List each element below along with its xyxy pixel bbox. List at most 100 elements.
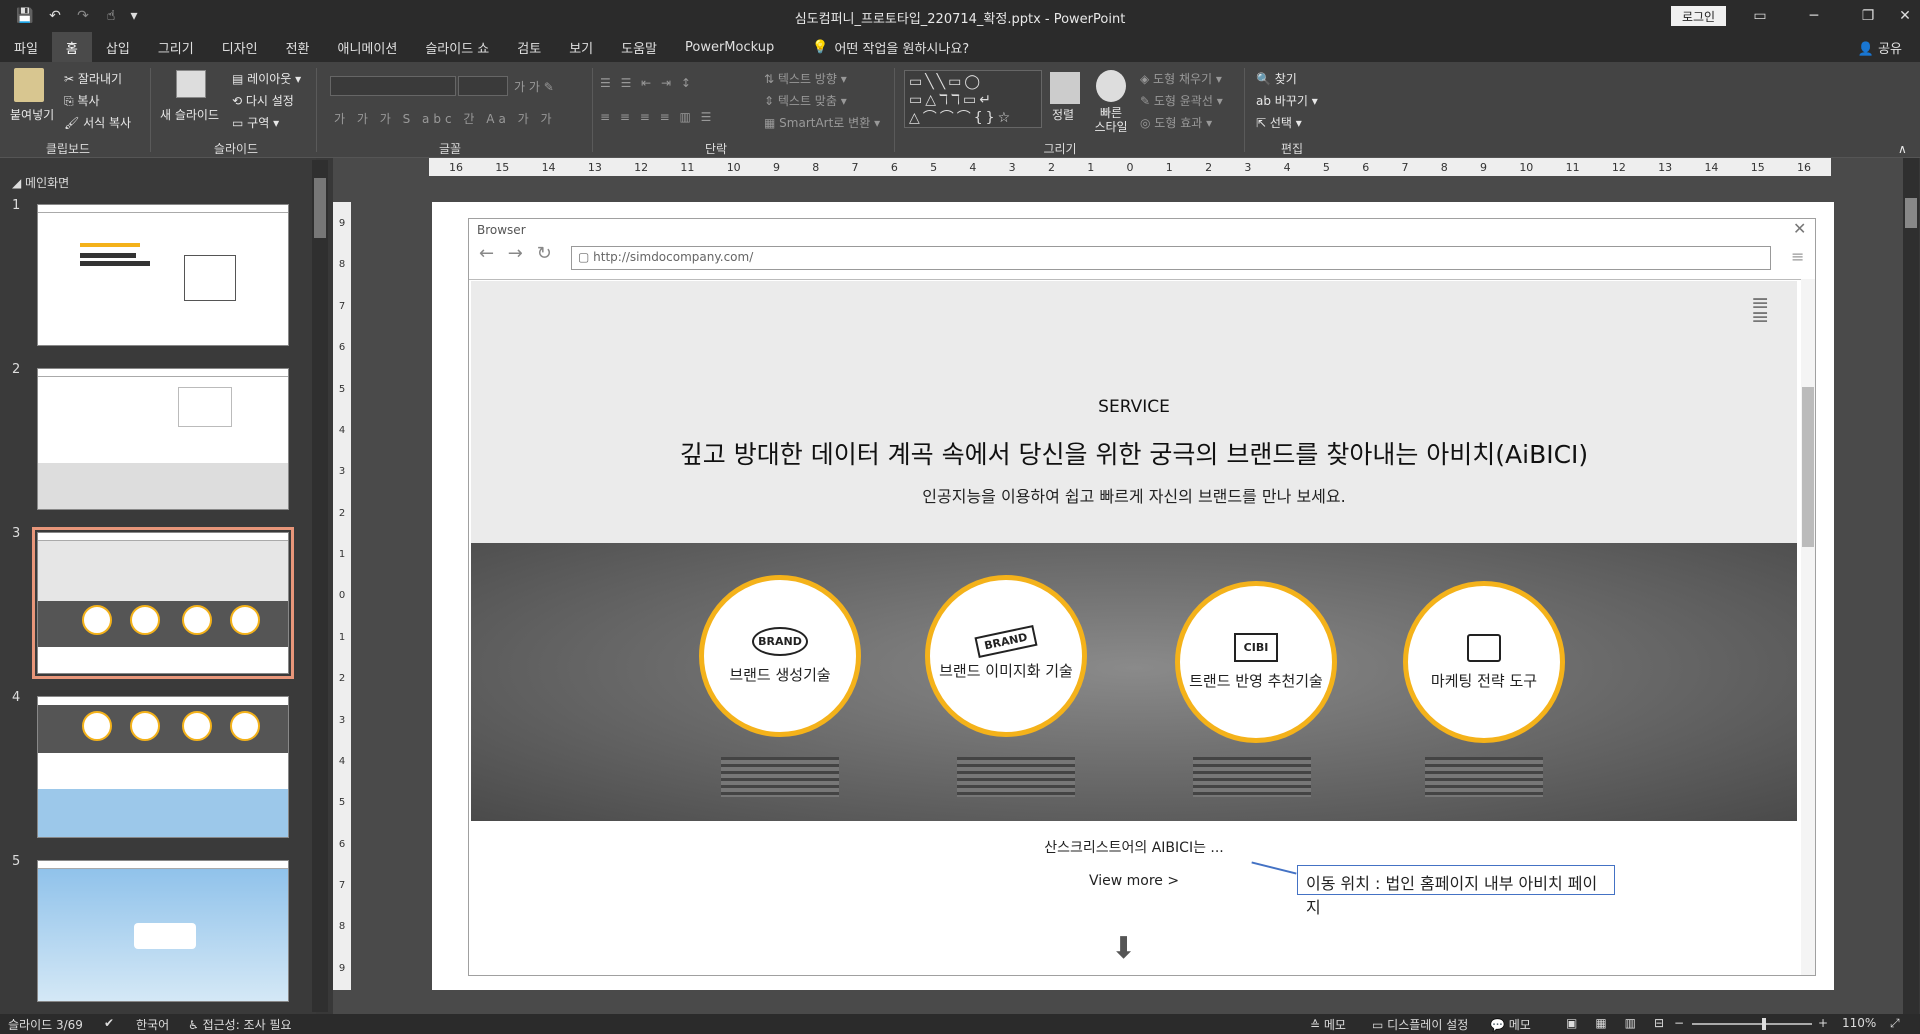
spellcheck-icon[interactable]: ✔	[104, 1016, 114, 1030]
arrange-icon[interactable]	[1050, 72, 1080, 104]
font-format-icons[interactable]: 가 가 가 S abc 간 Aa 가 가	[334, 110, 556, 127]
slide-thumbnail-2[interactable]	[37, 368, 289, 510]
feature-circle[interactable]: 마케팅 전략 도구	[1403, 581, 1565, 743]
grow-shrink-font-icon[interactable]: 가 가 ✎	[514, 78, 554, 95]
list-indent-icons[interactable]: ☰ ☰ ⇤ ⇥ ↕	[600, 76, 694, 90]
tab-help[interactable]: 도움말	[607, 32, 671, 62]
display-settings-button[interactable]: ▭ 디스플레이 설정	[1372, 1016, 1468, 1033]
paste-button[interactable]: 붙여넣기	[10, 106, 54, 123]
smartart-button[interactable]: ▦ SmartArt로 변환 ▾	[764, 114, 880, 131]
tab-insert[interactable]: 삽입	[92, 32, 144, 62]
minimize-icon[interactable]: ─	[1790, 0, 1838, 32]
feature-label: 트랜드 반영 추천기술	[1189, 672, 1323, 690]
shape-effects-button[interactable]: ◎ 도형 효과 ▾	[1140, 114, 1212, 131]
cut-button[interactable]: ✂ 잘라내기	[64, 70, 122, 87]
notes-button[interactable]: ≙ 메모	[1310, 1016, 1346, 1033]
tab-animations[interactable]: 애니메이션	[324, 32, 412, 62]
browser-menu-icon[interactable]: ≡	[1791, 247, 1804, 266]
shape-fill-button[interactable]: ◈ 도형 채우기 ▾	[1140, 70, 1222, 87]
thumbnail-scrollbar[interactable]	[312, 160, 328, 1012]
browser-nav-icons[interactable]: ← → ↻	[479, 243, 556, 264]
shape-outline-button[interactable]: ✎ 도형 윤곽선 ▾	[1140, 92, 1223, 109]
select-button[interactable]: ⇱ 선택 ▾	[1256, 114, 1302, 131]
about-text: 산스크리스트어의 AIBICI는 ...	[1044, 840, 1224, 856]
url-bar[interactable]: ▢ http://simdocompany.com/	[571, 246, 1771, 270]
slide-thumbnail-4[interactable]	[37, 696, 289, 838]
collapse-ribbon-icon[interactable]: ∧	[1898, 142, 1907, 156]
text-placeholder-lines	[721, 757, 839, 797]
group-divider	[150, 68, 151, 152]
font-name-combo[interactable]	[330, 76, 456, 96]
close-icon[interactable]: ✕	[1890, 0, 1920, 32]
tab-draw[interactable]: 그리기	[144, 32, 208, 62]
window-title: 심도컴퍼니_프로토타입_220714_확정.pptx - PowerPoint	[794, 12, 1126, 27]
tab-review[interactable]: 검토	[503, 32, 555, 62]
quick-styles-icon[interactable]	[1096, 70, 1126, 102]
browser-close-icon[interactable]: ✕	[1793, 219, 1806, 238]
group-divider	[1244, 68, 1245, 152]
slide-thumbnail-3[interactable]	[32, 527, 294, 679]
comments-button[interactable]: 💬 메모	[1490, 1016, 1531, 1033]
url-text: http://simdocompany.com/	[593, 250, 754, 264]
tell-me-text: 어떤 작업을 원하시나요?	[834, 41, 970, 57]
feature-circle[interactable]: BRAND 브랜드 이미지화 기술	[925, 575, 1087, 737]
share-button[interactable]: 👤 공유	[1858, 38, 1902, 57]
paste-icon[interactable]	[14, 68, 44, 102]
zoom-out-icon[interactable]: −	[1674, 1016, 1684, 1030]
new-slide-icon[interactable]	[176, 70, 206, 98]
align-text-button[interactable]: ⇕ 텍스트 맞춤 ▾	[764, 92, 847, 109]
zoom-in-icon[interactable]: +	[1818, 1016, 1828, 1030]
slide-thumbnail-1[interactable]	[37, 204, 289, 346]
copy-button[interactable]: ⎘ 복사	[64, 92, 100, 109]
share-label: 공유	[1878, 42, 1902, 57]
feature-circle[interactable]: CIBI 트랜드 반영 추천기술	[1175, 581, 1337, 743]
browser-scrollbar[interactable]	[1801, 279, 1815, 975]
login-button[interactable]: 로그인	[1671, 6, 1726, 26]
tab-view[interactable]: 보기	[555, 32, 607, 62]
slide-number: 3	[12, 526, 21, 541]
text-placeholder-lines	[957, 757, 1075, 797]
tab-home[interactable]: 홈	[51, 32, 92, 62]
tab-transitions[interactable]: 전환	[272, 32, 324, 62]
language-indicator[interactable]: 한국어	[136, 1016, 169, 1033]
restore-icon[interactable]: ❐	[1844, 0, 1892, 32]
tab-slideshow[interactable]: 슬라이드 쇼	[411, 32, 503, 62]
text-direction-button[interactable]: ⇅ 텍스트 방향 ▾	[764, 70, 847, 87]
format-painter-button[interactable]: 🖌 서식 복사	[64, 114, 131, 131]
tab-powermockup[interactable]: PowerMockup	[671, 32, 788, 62]
fit-slide-icon[interactable]: ⤢	[1890, 1016, 1900, 1031]
shapes-gallery[interactable]: ▭╲╲▭◯ ▭△ℸℸ▭↵ △⌒⌒⌒{}☆	[904, 70, 1042, 128]
feature-label: 마케팅 전략 도구	[1430, 671, 1538, 690]
view-buttons[interactable]: ▣▦▥⊟	[1566, 1016, 1682, 1030]
hamburger-icon[interactable]: ≡ ≡	[1751, 293, 1769, 329]
replace-button[interactable]: ab 바꾸기 ▾	[1256, 92, 1318, 109]
tell-me-box[interactable]: 💡 어떤 작업을 원하시나요?	[798, 32, 983, 62]
person-icon: 👤	[1857, 42, 1874, 57]
browser-label: Browser	[477, 223, 526, 237]
quick-styles-button[interactable]: 빠른 스타일	[1094, 106, 1128, 134]
align-icons[interactable]: ≡ ≡ ≡ ≡ ▥ ☰	[600, 110, 714, 124]
font-size-combo[interactable]	[458, 76, 508, 96]
ribbon: 붙여넣기 ✂ 잘라내기 ⎘ 복사 🖌 서식 복사 클립보드 새 슬라이드 ▤ 레…	[0, 62, 1920, 158]
ribbon-display-icon[interactable]: ▭	[1736, 0, 1784, 32]
arrange-button[interactable]: 정렬	[1052, 106, 1074, 123]
zoom-slider[interactable]	[1692, 1018, 1812, 1030]
accessibility-status[interactable]: ♿ 접근성: 조사 필요	[188, 1016, 292, 1033]
tab-file[interactable]: 파일	[0, 32, 52, 62]
section-header[interactable]: ◢ 메인화면	[12, 174, 69, 191]
status-bar: 슬라이드 3/69 ✔ 한국어 ♿ 접근성: 조사 필요 ≙ 메모 ▭ 디스플레…	[0, 1014, 1920, 1034]
tab-design[interactable]: 디자인	[208, 32, 272, 62]
reset-button[interactable]: ⟲ 다시 설정	[232, 92, 294, 109]
text-placeholder-lines	[1425, 757, 1543, 797]
feature-label: 브랜드 생성기술	[729, 666, 831, 684]
group-divider	[894, 68, 895, 152]
slide-thumbnail-5[interactable]	[37, 860, 289, 1002]
editing-group-label: 편집	[1280, 142, 1304, 156]
canvas-scrollbar[interactable]	[1903, 158, 1919, 1014]
feature-circle[interactable]: BRAND 브랜드 생성기술	[699, 575, 861, 737]
section-button[interactable]: ▭ 구역 ▾	[232, 114, 279, 131]
layout-button[interactable]: ▤ 레이아웃 ▾	[232, 70, 301, 87]
find-button[interactable]: 🔍 찾기	[1256, 70, 1297, 87]
new-slide-button[interactable]: 새 슬라이드	[160, 106, 219, 123]
zoom-level[interactable]: 110%	[1842, 1016, 1876, 1030]
